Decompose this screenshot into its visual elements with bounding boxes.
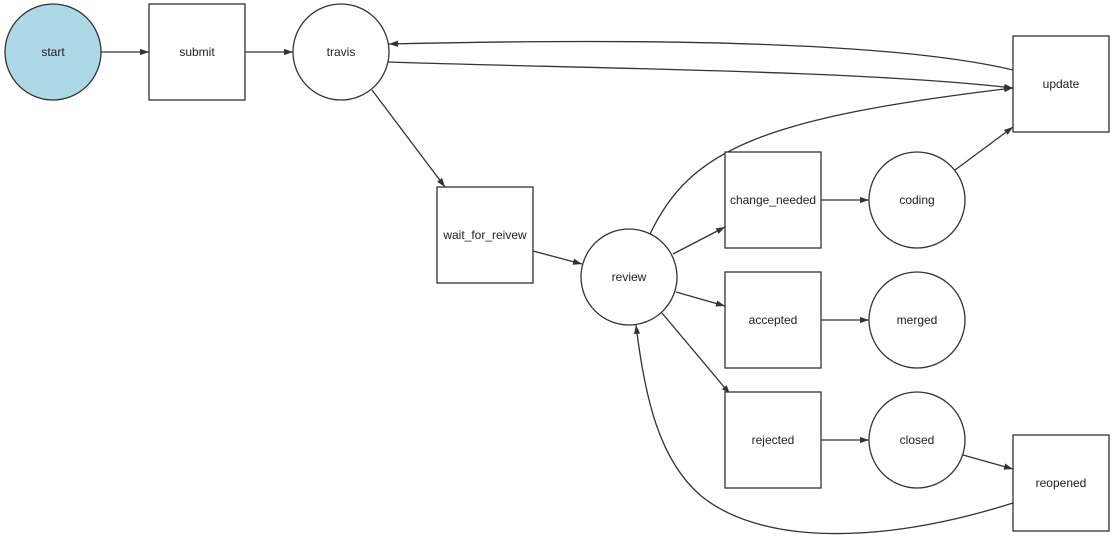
edge-wait-for-reivew-to-review	[532, 250, 583, 265]
node-wait-for-reivew[interactable]: wait_for_reivew	[436, 186, 534, 284]
node-start[interactable]: start	[4, 3, 102, 101]
state-diagram: start submit travis update wait_for_reivewre…	[4, 3, 1110, 535]
node-review[interactable]: review	[580, 228, 678, 326]
node-reopened[interactable]: reopened	[1012, 434, 1110, 532]
edge-coding-to-update	[954, 126, 1014, 171]
node-change-needed[interactable]: change_needed	[724, 151, 822, 249]
node-start-label: start	[41, 45, 65, 59]
node-submit-label: submit	[179, 45, 215, 59]
edge-review-to-accepted	[675, 291, 726, 307]
node-coding[interactable]: coding	[868, 151, 966, 249]
node-closed[interactable]: closed	[868, 391, 966, 489]
node-accepted[interactable]: accepted	[724, 271, 822, 369]
node-travis[interactable]: travis	[292, 3, 390, 101]
node-wait-for-reivew-label: wait_for_reivew	[442, 228, 527, 242]
edge-closed-to-reopened	[962, 454, 1014, 470]
node-rejected-label: rejected	[752, 433, 795, 447]
edge-update-to-travis	[388, 40, 1014, 71]
node-update-label: update	[1043, 77, 1080, 91]
nodes-layer: start submit travis update wait_for_reivewre…	[4, 3, 1110, 532]
edge-review-to-rejected	[661, 312, 731, 395]
node-merged[interactable]: merged	[868, 271, 966, 369]
node-accepted-label: accepted	[749, 313, 798, 327]
edge-review-to-change-needed	[672, 226, 726, 255]
node-coding-label: coding	[899, 193, 934, 207]
node-review-label: review	[612, 270, 647, 284]
node-travis-label: travis	[327, 45, 356, 59]
node-submit[interactable]: submit	[148, 3, 246, 101]
node-reopened-label: reopened	[1036, 476, 1087, 490]
edge-travis-to-update	[387, 61, 1014, 91]
node-update[interactable]: update	[1012, 35, 1110, 133]
node-closed-label: closed	[900, 433, 935, 447]
node-change-needed-label: change_needed	[730, 193, 816, 207]
node-merged-label: merged	[897, 313, 938, 327]
edge-travis-to-wait-for-reivew	[371, 89, 446, 188]
node-rejected[interactable]: rejected	[724, 391, 822, 489]
